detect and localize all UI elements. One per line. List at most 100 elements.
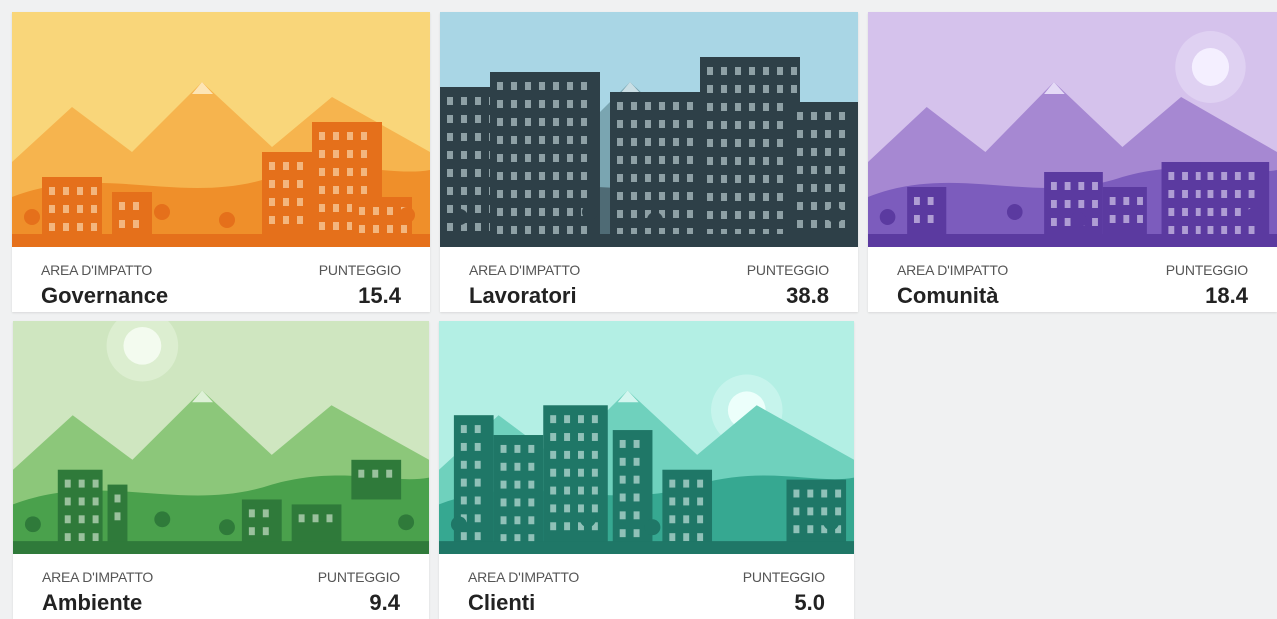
window — [721, 157, 727, 165]
window — [49, 205, 55, 213]
window — [387, 225, 393, 233]
window — [298, 514, 305, 523]
window — [763, 103, 769, 111]
card-meta: AREA D'IMPATTO PUNTEGGIO Comunità 18.4 — [868, 247, 1277, 312]
window — [577, 504, 584, 513]
window — [461, 133, 467, 141]
window — [791, 67, 797, 75]
window — [514, 498, 521, 507]
window — [797, 130, 803, 138]
window — [673, 102, 679, 110]
impact-card-lavoratori[interactable]: AREA D'IMPATTO PUNTEGGIO Lavoratori 38.8 — [440, 12, 858, 312]
window — [326, 514, 333, 523]
window — [749, 175, 755, 183]
window — [567, 136, 573, 144]
window — [553, 118, 559, 126]
score-label: PUNTEGGIO — [317, 569, 400, 585]
window — [763, 193, 769, 201]
tree — [644, 519, 661, 536]
window — [913, 215, 920, 223]
window — [645, 120, 651, 128]
window — [839, 166, 845, 174]
window — [797, 184, 803, 192]
window — [721, 85, 727, 93]
window — [474, 425, 481, 434]
window — [825, 148, 831, 156]
window — [1078, 200, 1085, 208]
window — [333, 168, 339, 176]
window — [581, 118, 587, 126]
window — [92, 515, 99, 524]
window — [777, 103, 783, 111]
window — [777, 175, 783, 183]
window — [1092, 218, 1098, 226]
window — [525, 82, 531, 90]
window — [49, 223, 55, 231]
tree — [1006, 204, 1023, 220]
window — [811, 202, 817, 210]
window — [617, 192, 623, 200]
window — [811, 220, 817, 228]
window — [735, 103, 741, 111]
window — [721, 103, 727, 111]
window — [77, 223, 83, 231]
window — [567, 226, 573, 234]
impact-card-clienti[interactable]: AREA D'IMPATTO PUNTEGGIO Clienti 5.0 — [439, 321, 854, 619]
window — [333, 204, 339, 212]
window — [567, 154, 573, 162]
window — [114, 494, 121, 503]
window — [591, 486, 598, 495]
window — [673, 156, 679, 164]
window — [567, 208, 573, 216]
window — [248, 509, 255, 518]
window — [528, 534, 535, 543]
window — [811, 148, 817, 156]
window — [269, 162, 275, 170]
ground — [868, 234, 1277, 247]
window — [567, 118, 573, 126]
community-illustration — [868, 12, 1277, 247]
window — [633, 511, 640, 520]
window — [283, 198, 289, 206]
window — [631, 174, 637, 182]
window — [283, 162, 289, 170]
window — [619, 493, 626, 502]
impact-card-governance[interactable]: AREA D'IMPATTO PUNTEGGIO Governance 15.4 — [12, 12, 430, 312]
window — [387, 207, 393, 215]
window — [631, 192, 637, 200]
window — [63, 223, 69, 231]
window — [474, 514, 481, 523]
window — [617, 210, 623, 218]
window — [697, 533, 704, 542]
area-label: AREA D'IMPATTO — [41, 262, 153, 278]
window — [525, 172, 531, 180]
window — [687, 192, 693, 200]
window — [564, 415, 571, 424]
window — [763, 157, 769, 165]
window — [1109, 215, 1116, 223]
window — [1123, 215, 1130, 223]
window — [669, 497, 676, 506]
window — [539, 82, 545, 90]
window — [735, 157, 741, 165]
window — [514, 516, 521, 525]
window — [581, 190, 587, 198]
sun — [123, 326, 162, 365]
window — [461, 115, 467, 123]
window — [500, 516, 507, 525]
window — [550, 486, 557, 495]
window — [619, 457, 626, 466]
card-meta: AREA D'IMPATTO PUNTEGGIO Ambiente 9.4 — [13, 554, 429, 619]
impact-card-ambiente[interactable]: AREA D'IMPATTO PUNTEGGIO Ambiente 9.4 — [13, 321, 429, 619]
impact-card-comunita[interactable]: AREA D'IMPATTO PUNTEGGIO Comunità 18.4 — [868, 12, 1277, 312]
window — [475, 97, 481, 105]
window — [577, 486, 584, 495]
score-value: 15.4 — [358, 283, 401, 308]
score-value: 38.8 — [786, 283, 829, 308]
window — [581, 154, 587, 162]
window — [550, 468, 557, 477]
window — [92, 479, 99, 488]
window — [777, 193, 783, 201]
window — [553, 136, 559, 144]
tree — [647, 212, 663, 228]
